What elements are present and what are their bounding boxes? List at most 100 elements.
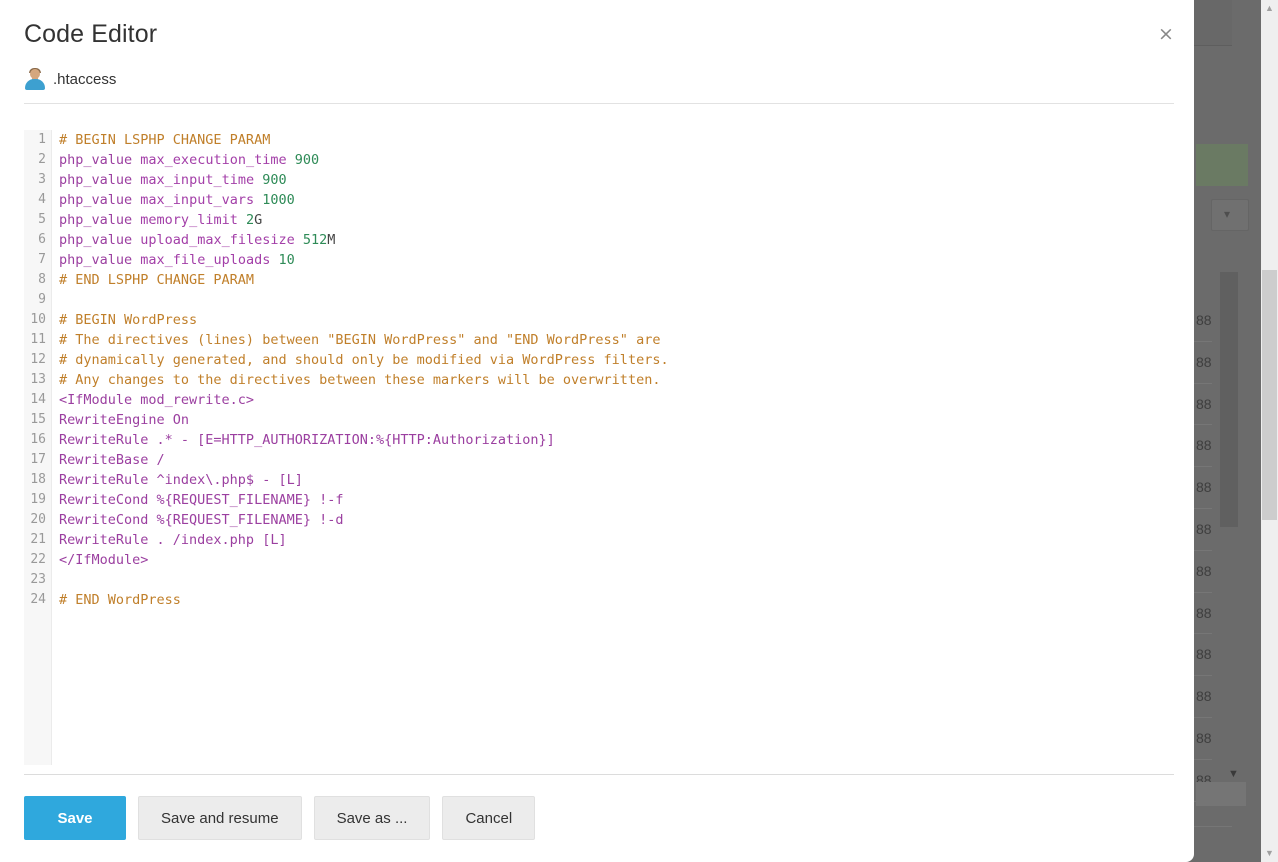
code-line[interactable] [59,570,1174,590]
code-line[interactable]: RewriteBase / [59,450,1174,470]
line-number: 8 [38,272,46,287]
code-token: php_value [59,172,133,188]
code-token: 900 [262,172,287,188]
code-line[interactable]: # BEGIN LSPHP CHANGE PARAM [59,130,1174,150]
line-number: 2 [38,152,46,167]
line-number: 10 [30,312,46,327]
user-avatar-icon [24,68,46,90]
code-line[interactable]: php_value max_file_uploads 10 [59,250,1174,270]
code-token: # BEGIN WordPress [59,312,198,328]
background-inner-scrollbar[interactable] [1220,272,1238,527]
line-number: 22 [30,552,46,567]
code-token: 512 [302,232,328,248]
code-line[interactable]: php_value max_input_time 900 [59,170,1174,190]
code-line[interactable]: php_value max_execution_time 900 [59,150,1174,170]
line-number: 19 [30,492,46,507]
code-line[interactable]: # BEGIN WordPress [59,310,1174,330]
file-name-label: .htaccess [53,70,117,88]
save-button[interactable]: Save [24,796,126,840]
line-number: 4 [38,192,46,207]
code-token: 1000 [262,192,295,208]
code-line[interactable]: # END WordPress [59,590,1174,610]
code-token: M [327,232,336,248]
code-line[interactable]: # Any changes to the directives between … [59,370,1174,390]
code-line[interactable]: # END LSPHP CHANGE PARAM [59,270,1174,290]
dialog-footer: Save Save and resume Save as ... Cancel [24,796,536,840]
code-token: php_value [59,192,133,208]
line-number-gutter: 1 2 3 4 5 6 7 8 9 10 11 12 13 14 15 16 17 18 19 20 21 22 23 24 [24,130,52,765]
code-token: php_value [59,212,133,228]
code-token: php_value [59,152,133,168]
code-line[interactable]: RewriteRule ^index\.php$ - [L] [59,470,1174,490]
code-line[interactable]: # dynamically generated, and should only… [59,350,1174,370]
line-number: 16 [30,432,46,447]
code-line[interactable]: RewriteCond %{REQUEST_FILENAME} !-d [59,510,1174,530]
line-number: 1 [38,132,46,147]
code-token: RewriteBase / [59,452,165,468]
code-token: max_execution_time [140,152,287,168]
code-token: # Any changes to the directives between … [59,372,661,388]
line-number: 9 [38,292,46,307]
code-line[interactable]: php_value upload_max_filesize 512M [59,230,1174,250]
code-token: # BEGIN LSPHP CHANGE PARAM [59,132,271,148]
page-vertical-scrollbar[interactable]: ▲ ▼ [1261,0,1278,862]
background-green-button[interactable] [1196,144,1248,186]
line-number: 12 [30,352,46,367]
line-number: 23 [30,572,46,587]
line-number: 24 [30,592,46,607]
code-editor-dialog: Code Editor × .htaccess 1 2 3 4 5 6 7 8 9 10 11 12 1… [0,0,1194,862]
cancel-button[interactable]: Cancel [442,796,536,840]
line-number: 14 [30,392,46,407]
code-line[interactable]: RewriteRule .* - [E=HTTP_AUTHORIZATION:%… [59,430,1174,450]
line-number: 17 [30,452,46,467]
code-token: php_value [59,252,133,268]
scrollbar-thumb[interactable] [1262,270,1277,520]
code-line[interactable]: php_value max_input_vars 1000 [59,190,1174,210]
close-icon[interactable]: × [1155,24,1177,46]
chevron-down-icon: ▾ [1224,207,1231,221]
code-token: </IfModule> [59,552,149,568]
code-editor-area[interactable]: 1 2 3 4 5 6 7 8 9 10 11 12 13 14 15 16 17 18 19 20 21 22 23 24 … [24,130,1174,765]
background-expand-button[interactable]: ▶ [1184,782,1246,806]
code-token: 900 [294,152,320,168]
code-line[interactable]: RewriteRule . /index.php [L] [59,530,1174,550]
code-line[interactable]: # The directives (lines) between "BEGIN … [59,330,1174,350]
line-number: 15 [30,412,46,427]
line-number: 18 [30,472,46,487]
footer-divider [24,774,1174,775]
scroll-up-arrow-icon[interactable]: ▲ [1261,0,1278,17]
line-number: 13 [30,372,46,387]
code-token: # dynamically generated, and should only… [59,352,669,368]
code-token: RewriteCond %{REQUEST_FILENAME} !-f [59,492,344,508]
code-token: max_file_uploads [140,252,271,268]
code-line[interactable] [59,290,1174,310]
line-number: 11 [30,332,46,347]
code-token: G [254,212,263,228]
dialog-title: Code Editor [24,20,158,48]
save-and-resume-button[interactable]: Save and resume [138,796,302,840]
line-number: 3 [38,172,46,187]
code-token: max_input_vars [140,192,255,208]
code-token: RewriteRule .* - [E=HTTP_AUTHORIZATION:%… [59,432,555,448]
code-token: memory_limit [140,212,238,228]
scroll-down-arrow-icon[interactable]: ▼ [1261,845,1278,862]
code-line[interactable]: RewriteEngine On [59,410,1174,430]
background-caret-down-icon[interactable]: ▼ [1228,768,1239,780]
save-as-button[interactable]: Save as ... [313,796,431,840]
file-info: .htaccess [24,68,116,90]
code-token: RewriteCond %{REQUEST_FILENAME} !-d [59,512,344,528]
code-line[interactable]: RewriteCond %{REQUEST_FILENAME} !-f [59,490,1174,510]
code-line[interactable]: </IfModule> [59,550,1174,570]
code-token: php_value [59,232,133,248]
code-line[interactable]: <IfModule mod_rewrite.c> [59,390,1174,410]
line-number: 7 [38,252,46,267]
line-number: 5 [38,212,46,227]
code-text-area[interactable]: # BEGIN LSPHP CHANGE PARAM php_value max_… [59,130,1174,765]
background-dropdown[interactable]: ▾ [1211,199,1249,231]
code-line[interactable]: php_value memory_limit 2G [59,210,1174,230]
code-token: # The directives (lines) between "BEGIN … [59,332,661,348]
line-number: 6 [38,232,46,247]
